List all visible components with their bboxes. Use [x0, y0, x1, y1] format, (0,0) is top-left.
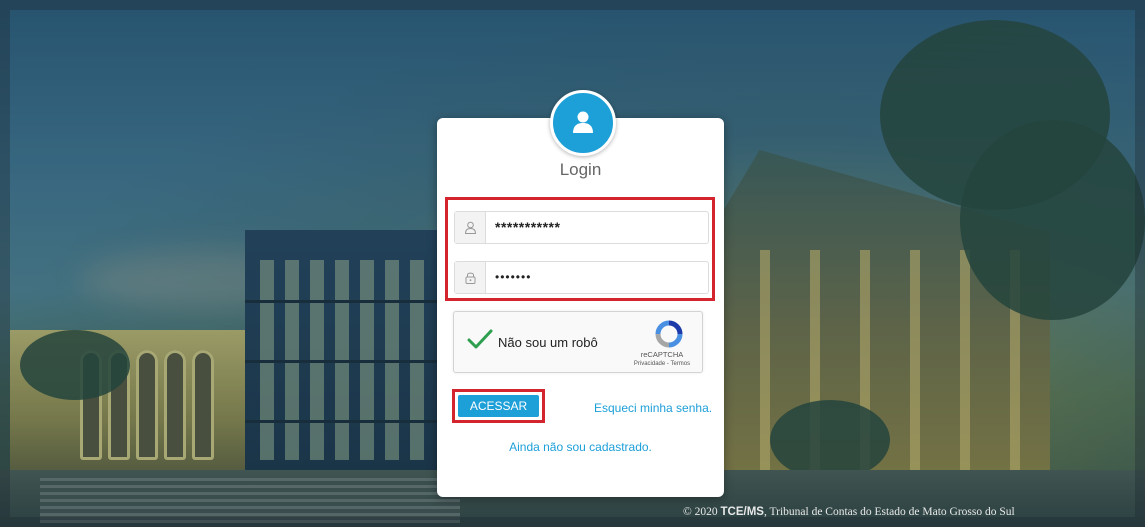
password-field[interactable]: ••••••• — [454, 261, 709, 294]
username-value: *********** — [495, 219, 561, 235]
checkmark-icon[interactable] — [467, 328, 493, 355]
copyright-year: © 2020 — [683, 506, 718, 518]
password-value: ••••••• — [495, 270, 532, 284]
forgot-password-link[interactable]: Esqueci minha senha. — [594, 401, 712, 415]
recaptcha-links[interactable]: Privacidade - Termos — [622, 361, 702, 367]
register-link[interactable]: Ainda não sou cadastrado. — [437, 440, 724, 454]
recaptcha-label: Não sou um robô — [498, 335, 598, 350]
username-field[interactable]: *********** — [454, 211, 709, 244]
org-short: TCE/MS — [720, 506, 764, 518]
recaptcha-brand: reCAPTCHA — [640, 350, 684, 359]
user-icon — [550, 90, 616, 156]
user-outline-icon — [455, 212, 486, 243]
acessar-button[interactable]: ACESSAR — [458, 395, 539, 417]
org-full: , Tribunal de Contas do Estado de Mato G… — [763, 506, 1015, 518]
footer-copyright: © 2020 TCE/MS, Tribunal de Contas do Est… — [683, 506, 1015, 518]
recaptcha-widget: Não sou um robô reCAPTCHA Privacidade - … — [453, 311, 703, 373]
recaptcha-logo-icon — [654, 320, 684, 353]
lock-icon — [455, 262, 486, 293]
page-title: Login — [559, 160, 602, 179]
